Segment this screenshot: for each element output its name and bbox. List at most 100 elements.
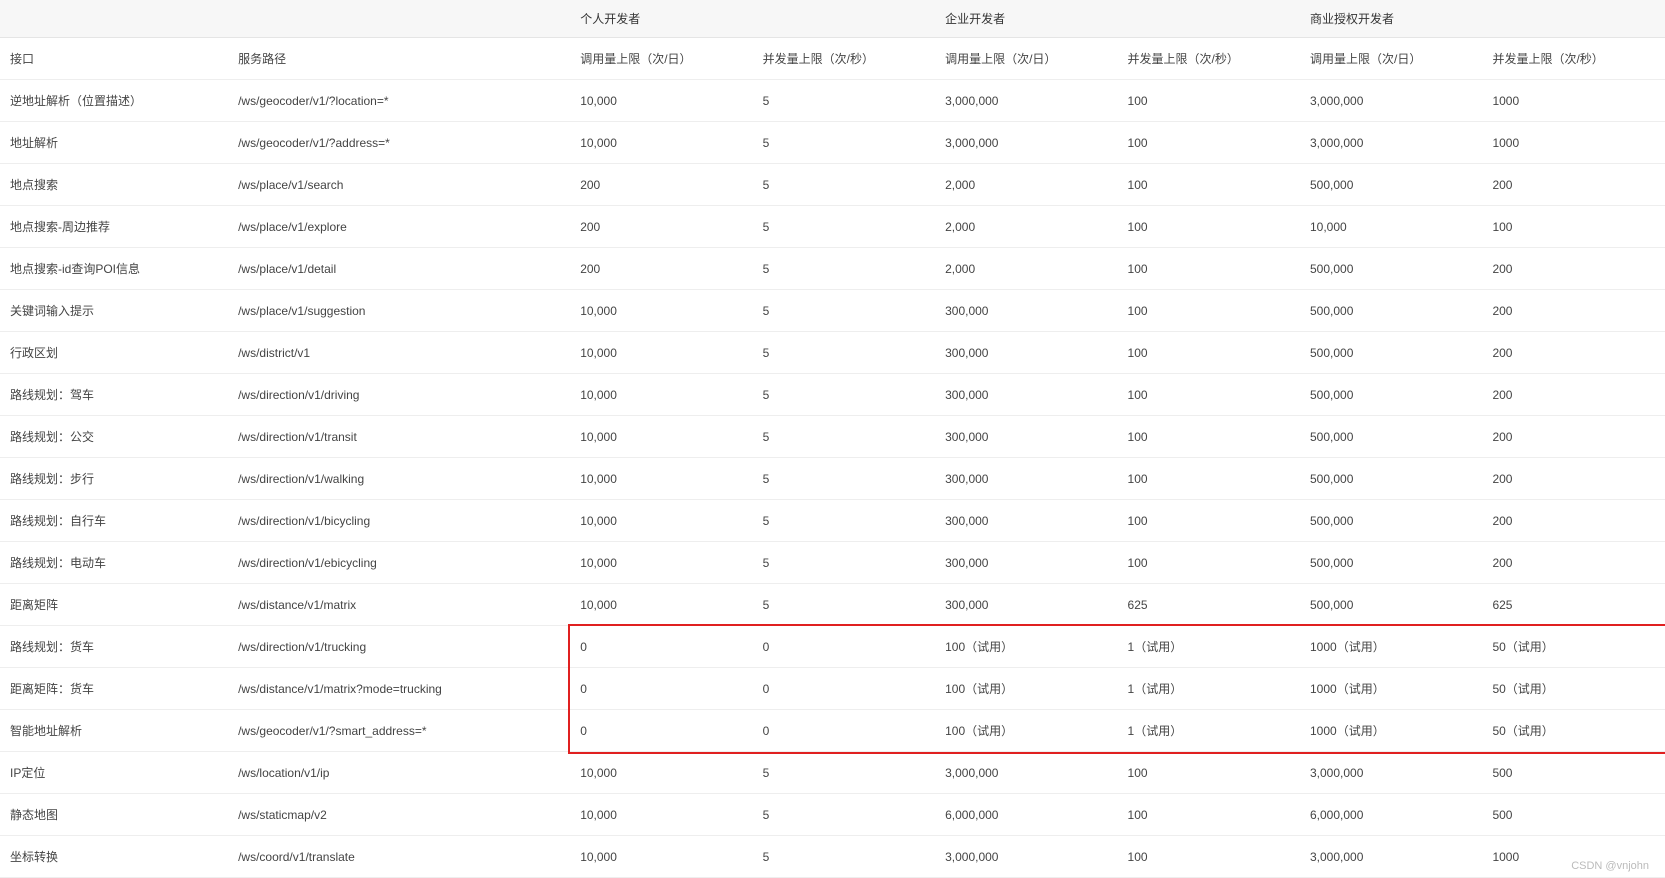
group-header-commercial: 商业授权开发者 — [1300, 0, 1665, 38]
cell-enterprise-concurrent: 100 — [1118, 164, 1300, 206]
cell-enterprise-call: 300,000 — [935, 290, 1117, 332]
cell-enterprise-call: 300,000 — [935, 542, 1117, 584]
cell-commercial-call: 3,000,000 — [1300, 80, 1482, 122]
cell-personal-call: 10,000 — [570, 122, 752, 164]
cell-personal-call: 0 — [570, 626, 752, 668]
cell-personal-concurrent: 5 — [753, 794, 935, 836]
cell-commercial-call: 500,000 — [1300, 584, 1482, 626]
cell-commercial-call: 500,000 — [1300, 500, 1482, 542]
cell-enterprise-concurrent: 100 — [1118, 290, 1300, 332]
cell-path: /ws/direction/v1/ebicycling — [228, 542, 570, 584]
cell-personal-concurrent: 5 — [753, 584, 935, 626]
cell-enterprise-call: 100（试用） — [935, 710, 1117, 752]
cell-path: /ws/geocoder/v1/?address=* — [228, 122, 570, 164]
cell-personal-concurrent: 5 — [753, 500, 935, 542]
cell-commercial-concurrent: 500 — [1482, 752, 1665, 794]
cell-enterprise-call: 300,000 — [935, 458, 1117, 500]
cell-personal-call: 10,000 — [570, 584, 752, 626]
cell-commercial-call: 500,000 — [1300, 542, 1482, 584]
table-row: 智能地址解析/ws/geocoder/v1/?smart_address=*00… — [0, 710, 1665, 752]
sub-header-service-path: 服务路径 — [228, 38, 570, 80]
cell-commercial-concurrent: 200 — [1482, 248, 1665, 290]
cell-enterprise-concurrent: 100 — [1118, 206, 1300, 248]
cell-commercial-call: 500,000 — [1300, 458, 1482, 500]
table-row: 逆地址解析（位置描述）/ws/geocoder/v1/?location=*10… — [0, 80, 1665, 122]
cell-commercial-concurrent: 50（试用） — [1482, 668, 1665, 710]
sub-header-commercial-call: 调用量上限（次/日） — [1300, 38, 1482, 80]
cell-commercial-concurrent: 200 — [1482, 164, 1665, 206]
table-row: 地点搜索-周边推荐/ws/place/v1/explore20052,00010… — [0, 206, 1665, 248]
cell-enterprise-concurrent: 100 — [1118, 542, 1300, 584]
cell-personal-call: 0 — [570, 710, 752, 752]
cell-personal-call: 10,000 — [570, 80, 752, 122]
table-row: 关键词输入提示/ws/place/v1/suggestion10,0005300… — [0, 290, 1665, 332]
cell-enterprise-concurrent: 100 — [1118, 752, 1300, 794]
cell-personal-concurrent: 5 — [753, 206, 935, 248]
watermark: CSDN @vnjohn — [1571, 860, 1649, 872]
cell-path: /ws/distance/v1/matrix — [228, 584, 570, 626]
cell-commercial-call: 500,000 — [1300, 248, 1482, 290]
table-row: 地址解析/ws/geocoder/v1/?address=*10,00053,0… — [0, 122, 1665, 164]
cell-personal-call: 10,000 — [570, 500, 752, 542]
cell-interface: 路线规划：公交 — [0, 416, 228, 458]
cell-enterprise-call: 300,000 — [935, 584, 1117, 626]
cell-personal-concurrent: 0 — [753, 668, 935, 710]
cell-personal-concurrent: 0 — [753, 710, 935, 752]
cell-enterprise-concurrent: 100 — [1118, 248, 1300, 290]
cell-enterprise-concurrent: 100 — [1118, 122, 1300, 164]
cell-commercial-concurrent: 200 — [1482, 416, 1665, 458]
cell-personal-concurrent: 5 — [753, 248, 935, 290]
cell-personal-call: 200 — [570, 248, 752, 290]
cell-commercial-concurrent: 1000 — [1482, 80, 1665, 122]
cell-commercial-call: 3,000,000 — [1300, 752, 1482, 794]
cell-interface: 路线规划：货车 — [0, 626, 228, 668]
cell-commercial-concurrent: 200 — [1482, 332, 1665, 374]
cell-path: /ws/direction/v1/bicycling — [228, 500, 570, 542]
group-header-personal: 个人开发者 — [570, 0, 935, 38]
cell-commercial-call: 3,000,000 — [1300, 122, 1482, 164]
cell-personal-call: 10,000 — [570, 836, 752, 878]
sub-header-enterprise-concurrent: 并发量上限（次/秒） — [1118, 38, 1300, 80]
group-header-blank2 — [228, 0, 570, 38]
cell-commercial-call: 1000（试用） — [1300, 710, 1482, 752]
cell-commercial-concurrent: 200 — [1482, 290, 1665, 332]
table-row: IP定位/ws/location/v1/ip10,00053,000,00010… — [0, 752, 1665, 794]
cell-commercial-concurrent: 500 — [1482, 794, 1665, 836]
cell-personal-concurrent: 5 — [753, 122, 935, 164]
cell-enterprise-call: 300,000 — [935, 374, 1117, 416]
cell-commercial-call: 1000（试用） — [1300, 668, 1482, 710]
cell-interface: 行政区划 — [0, 332, 228, 374]
cell-personal-concurrent: 5 — [753, 458, 935, 500]
cell-path: /ws/direction/v1/trucking — [228, 626, 570, 668]
table-row: 路线规划：自行车/ws/direction/v1/bicycling10,000… — [0, 500, 1665, 542]
cell-personal-concurrent: 5 — [753, 416, 935, 458]
group-header-blank1 — [0, 0, 228, 38]
cell-interface: 地点搜索-id查询POI信息 — [0, 248, 228, 290]
group-header-row: 个人开发者 企业开发者 商业授权开发者 — [0, 0, 1665, 38]
cell-enterprise-call: 100（试用） — [935, 668, 1117, 710]
cell-personal-concurrent: 5 — [753, 752, 935, 794]
cell-enterprise-call: 2,000 — [935, 248, 1117, 290]
cell-personal-call: 0 — [570, 668, 752, 710]
cell-path: /ws/district/v1 — [228, 332, 570, 374]
cell-personal-call: 10,000 — [570, 458, 752, 500]
sub-header-row: 接口 服务路径 调用量上限（次/日） 并发量上限（次/秒） 调用量上限（次/日）… — [0, 38, 1665, 80]
cell-commercial-concurrent: 200 — [1482, 458, 1665, 500]
cell-interface: IP定位 — [0, 752, 228, 794]
cell-interface: 关键词输入提示 — [0, 290, 228, 332]
table-row: 路线规划：公交/ws/direction/v1/transit10,000530… — [0, 416, 1665, 458]
cell-enterprise-call: 3,000,000 — [935, 752, 1117, 794]
cell-personal-call: 10,000 — [570, 794, 752, 836]
sub-header-personal-call: 调用量上限（次/日） — [570, 38, 752, 80]
cell-commercial-concurrent: 1000 — [1482, 122, 1665, 164]
cell-commercial-concurrent: 50（试用） — [1482, 626, 1665, 668]
cell-enterprise-call: 3,000,000 — [935, 836, 1117, 878]
cell-commercial-call: 10,000 — [1300, 206, 1482, 248]
sub-header-commercial-concurrent: 并发量上限（次/秒） — [1482, 38, 1665, 80]
cell-path: /ws/place/v1/explore — [228, 206, 570, 248]
cell-interface: 距离矩阵 — [0, 584, 228, 626]
table-row: 路线规划：电动车/ws/direction/v1/ebicycling10,00… — [0, 542, 1665, 584]
cell-personal-concurrent: 5 — [753, 374, 935, 416]
cell-personal-concurrent: 5 — [753, 332, 935, 374]
table-row: 路线规划：货车/ws/direction/v1/trucking00100（试用… — [0, 626, 1665, 668]
